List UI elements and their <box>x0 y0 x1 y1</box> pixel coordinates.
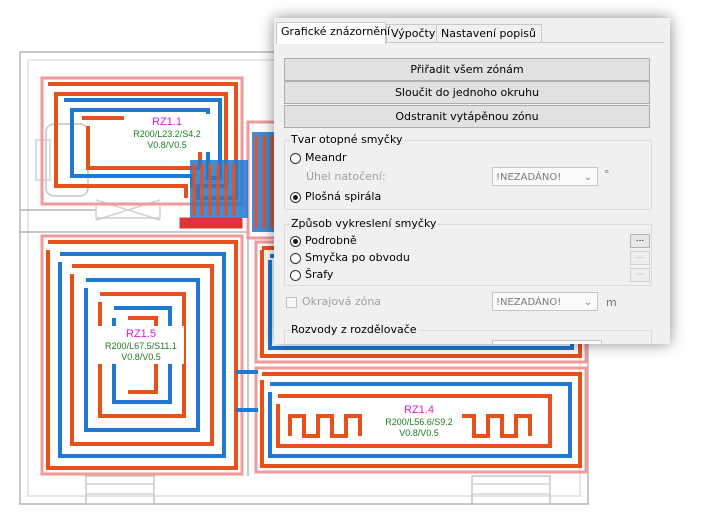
distribution-title: Rozvody z rozdělovače <box>290 323 418 336</box>
zone-valves: V0.8/V0.5 <box>121 351 161 362</box>
zone-params: R200/L23.2/S4.2 <box>133 128 201 139</box>
zone-params: R200/L67.5/S11.1 <box>105 340 177 351</box>
hatch-options-button[interactable]: ... <box>630 268 650 282</box>
edge-zone-value: !NEZADÁNO! <box>496 297 562 308</box>
radio-hatch-circle[interactable] <box>290 269 301 281</box>
assign-all-zones-button[interactable]: Přiřadit všem zónám <box>284 58 650 81</box>
radio-detailed[interactable]: Podrobně <box>290 234 357 248</box>
radio-meander-circle[interactable] <box>290 152 301 164</box>
rotation-unit: ° <box>604 168 610 181</box>
merge-circuit-button[interactable]: Sloučit do jednoho okruhu <box>284 81 650 104</box>
chevron-down-icon: ⌄ <box>583 297 592 308</box>
zone-label-rz1-4: RZ1.4 R200/L56.6/S9.2 V0.8/V0.5 <box>376 402 462 441</box>
loop-shape-title: Tvar otopné smyčky <box>290 133 404 146</box>
chevron-down-icon: ⌄ <box>583 172 592 183</box>
drawing-mode-title: Způsob vykreslení smyčky <box>290 217 438 230</box>
tab-calculations[interactable]: Výpočty <box>386 24 442 43</box>
tab-graphic[interactable]: Grafické znázornění <box>276 22 390 44</box>
zone-name: RZ1.4 <box>404 404 434 416</box>
zone-valves: V0.8/V0.5 <box>399 427 439 438</box>
remove-zone-button[interactable]: Odstranit vytápěnou zónu <box>284 105 650 128</box>
radio-meander-label: Meandr <box>305 151 347 164</box>
edge-zone-combo[interactable]: !NEZADÁNO! ⌄ <box>492 292 598 311</box>
radio-meander[interactable]: Meandr <box>290 151 346 165</box>
radio-hatch-label: Šrafy <box>305 268 334 281</box>
radio-spiral-circle[interactable] <box>290 191 301 203</box>
edge-zone-label: Okrajová zóna <box>302 295 382 308</box>
radio-spiral-label: Plošná spirála <box>305 190 382 203</box>
radio-detailed-label: Podrobně <box>305 234 357 247</box>
tab-label-settings[interactable]: Nastavení popisů <box>436 24 542 43</box>
rotation-angle-value: !NEZADÁNO! <box>496 172 562 183</box>
radio-perimeter-label: Smyčka po obvodu <box>305 251 410 264</box>
radio-perimeter-circle[interactable] <box>290 252 301 264</box>
rotation-angle-combo[interactable]: !NEZADÁNO! ⌄ <box>492 167 598 186</box>
perimeter-options-button[interactable]: ... <box>630 251 650 265</box>
edge-zone-unit: m <box>606 296 617 309</box>
zone-name: RZ1.5 <box>126 328 156 340</box>
zone-label-rz1-5: RZ1.5 R200/L67.5/S11.1 V0.8/V0.5 <box>98 326 184 365</box>
zone-label-rz1-1: RZ1.1 R200/L23.2/S4.2 V0.8/V0.5 <box>124 114 210 153</box>
radio-hatch[interactable]: Šrafy <box>290 268 333 282</box>
distribution-field[interactable] <box>492 340 602 344</box>
edge-zone-checkbox[interactable] <box>286 297 297 308</box>
radio-perimeter[interactable]: Smyčka po obvodu <box>290 251 410 265</box>
zone-name: RZ1.1 <box>152 116 182 128</box>
zone-properties-panel: Grafické znázornění Výpočty Nastavení po… <box>274 18 670 344</box>
radio-detailed-circle[interactable] <box>290 235 301 247</box>
zone-params: R200/L56.6/S9.2 <box>385 416 453 427</box>
detailed-options-button[interactable]: ... <box>630 234 650 248</box>
rotation-angle-label: Úhel natočení: <box>306 170 386 183</box>
radio-spiral[interactable]: Plošná spirála <box>290 190 381 204</box>
zone-valves: V0.8/V0.5 <box>147 139 187 150</box>
